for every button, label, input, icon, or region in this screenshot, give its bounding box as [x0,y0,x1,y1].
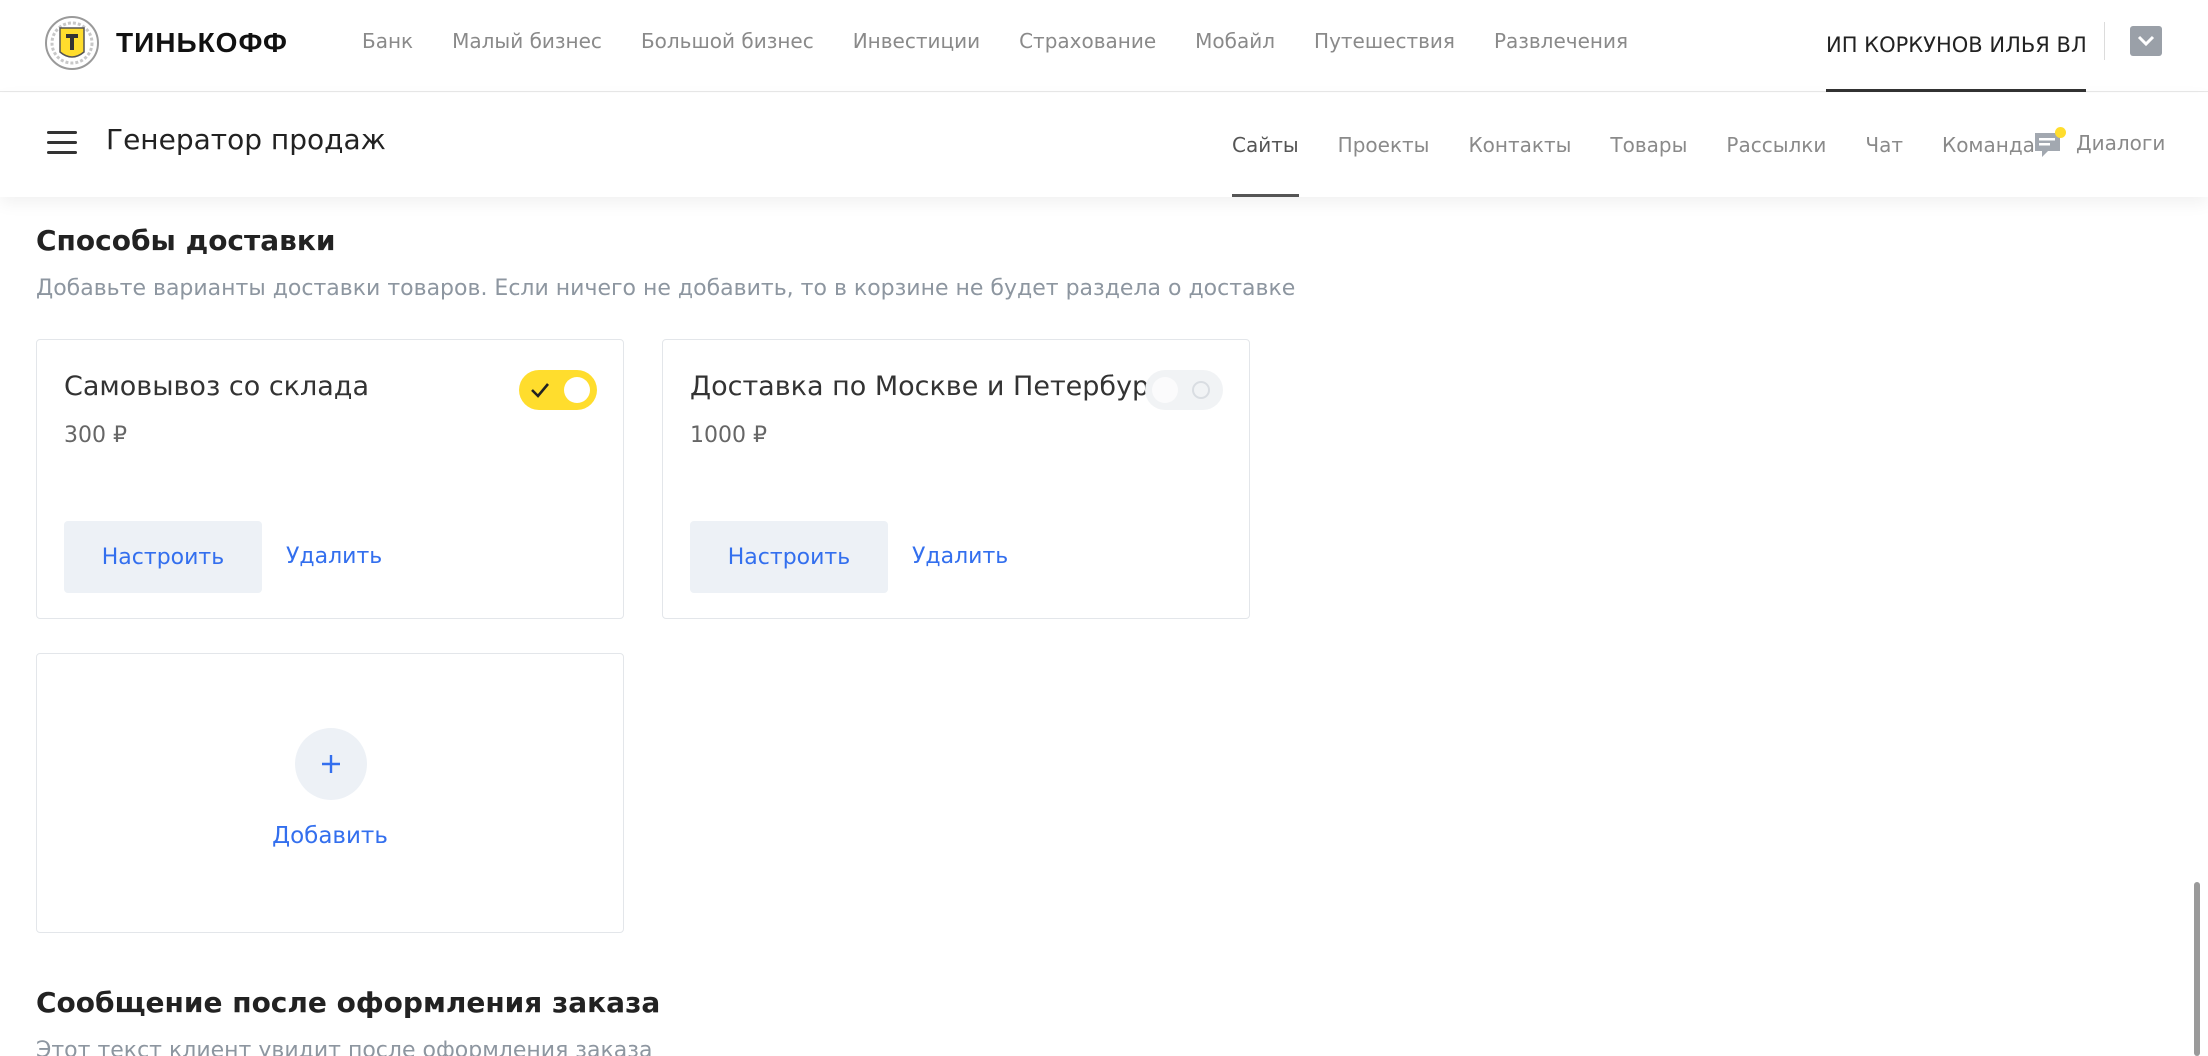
top-nav: Банк Малый бизнес Большой бизнес Инвести… [362,0,1667,82]
tab-projects[interactable]: Проекты [1338,93,1430,197]
delivery-method-title: Доставка по Москве и Петербургу [690,371,1180,402]
dialogs-link[interactable]: Диалоги [2034,127,2165,159]
product-nav: Сайты Проекты Контакты Товары Рассылки Ч… [1232,93,2074,197]
unread-indicator [2055,127,2066,138]
top-divider [2104,22,2105,60]
delete-button[interactable]: Удалить [912,521,1008,593]
toggle-knob [1152,377,1178,403]
top-nav-item-mobile[interactable]: Мобайл [1195,29,1275,53]
configure-button[interactable]: Настроить [64,521,262,593]
plus-icon[interactable] [295,728,367,800]
top-nav-item-investments[interactable]: Инвестиции [853,29,980,53]
delete-button[interactable]: Удалить [286,521,382,593]
delivery-method-card: Самовывоз со склада 300 ₽ Настроить Удал… [36,339,624,619]
chevron-down-icon [2137,35,2155,47]
add-delivery-method-label[interactable]: Добавить [37,823,623,849]
order-message-section-title: Сообщение после оформления заказа [36,986,661,1019]
delivery-method-card: Доставка по Москве и Петербургу 1000 ₽ Н… [662,339,1250,619]
tab-team[interactable]: Команда [1942,93,2035,197]
tinkoff-emblem-icon [45,16,99,70]
product-bar: Генератор продаж Сайты Проекты Контакты … [0,93,2208,197]
brand-logo[interactable]: ТИНЬКОФФ [42,16,288,70]
delivery-method-price: 1000 ₽ [690,423,767,448]
hamburger-menu-icon[interactable] [47,131,77,155]
chat-bubble-icon [2034,127,2068,159]
top-nav-item-travel[interactable]: Путешествия [1314,29,1455,53]
tab-contacts[interactable]: Контакты [1468,93,1571,197]
delivery-method-toggle[interactable] [1145,370,1223,410]
order-message-section-description: Этот текст клиент увидит после оформлени… [36,1038,653,1056]
delivery-method-title: Самовывоз со склада [64,371,370,402]
tab-products[interactable]: Товары [1610,93,1687,197]
top-nav-item-insurance[interactable]: Страхование [1019,29,1156,53]
toggle-off-ring-icon [1192,381,1210,399]
top-nav-item-bank[interactable]: Банк [362,29,413,53]
account-name[interactable]: ИП КОРКУНОВ ИЛЬЯ ВЛ... [1826,0,2086,92]
add-delivery-method-card[interactable]: Добавить [36,653,624,933]
top-nav-item-entertainment[interactable]: Развлечения [1494,29,1628,53]
delivery-method-price: 300 ₽ [64,423,127,448]
tab-mailings[interactable]: Рассылки [1726,93,1826,197]
delivery-method-toggle[interactable] [519,370,597,410]
checkmark-icon [531,383,549,398]
top-nav-item-small-business[interactable]: Малый бизнес [452,29,602,53]
tab-sites[interactable]: Сайты [1232,93,1299,197]
dialogs-label: Диалоги [2076,131,2166,155]
brand-name: ТИНЬКОФФ [116,27,288,58]
app-title: Генератор продаж [106,123,386,156]
account-menu-toggle[interactable] [2130,26,2162,56]
top-bar: ТИНЬКОФФ Банк Малый бизнес Большой бизне… [0,0,2208,92]
page-scrollbar[interactable] [2194,882,2200,1056]
delivery-section-description: Добавьте варианты доставки товаров. Если… [36,276,1296,301]
configure-button[interactable]: Настроить [690,521,888,593]
delivery-section-title: Способы доставки [36,224,336,257]
tab-chat[interactable]: Чат [1865,93,1903,197]
top-nav-item-big-business[interactable]: Большой бизнес [641,29,814,53]
toggle-knob [564,377,590,403]
